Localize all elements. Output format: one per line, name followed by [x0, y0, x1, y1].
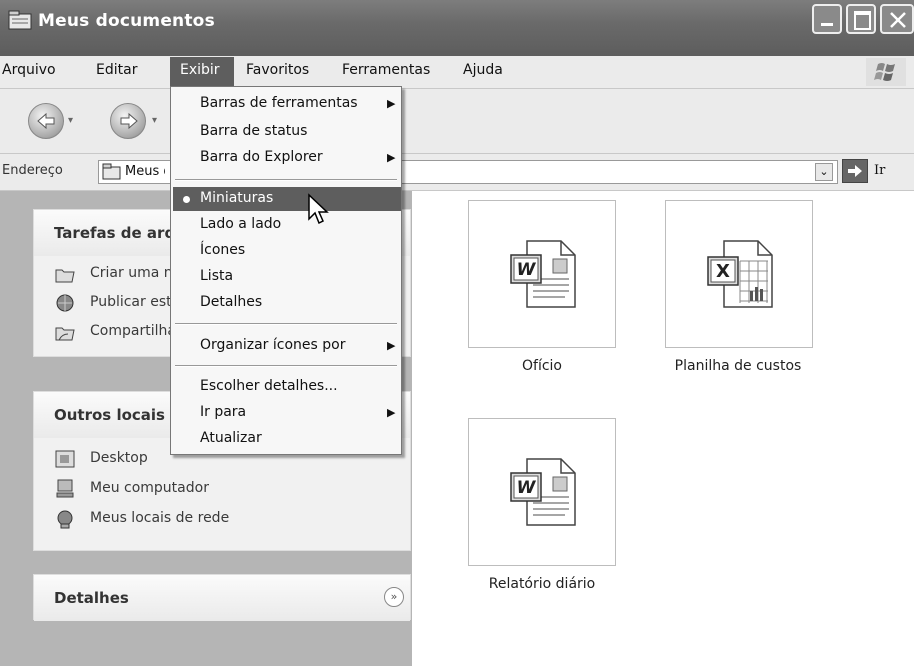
go-arrow-icon [848, 165, 862, 177]
address-label: Endereço [2, 163, 63, 178]
word-doc-icon: W [510, 458, 576, 526]
menu-item-tiles[interactable]: Lado a lado [200, 216, 281, 232]
menu-exibir[interactable]: Exibir [180, 62, 220, 78]
toolbar: ▾ ▾ [0, 89, 914, 154]
back-button[interactable] [28, 103, 64, 139]
mouse-cursor-icon [308, 193, 329, 225]
forward-button[interactable] [110, 103, 146, 139]
network-places-icon [57, 510, 73, 529]
file-thumbnail-relatorio[interactable]: W [468, 418, 616, 566]
maximize-button[interactable] [846, 4, 876, 34]
forward-dropdown-icon[interactable]: ▾ [152, 115, 157, 126]
desktop-icon [55, 450, 75, 468]
share-folder-icon [55, 327, 75, 341]
menu-item-refresh[interactable]: Atualizar [200, 430, 262, 446]
menu-item-explorer-bar[interactable]: Barra do Explorer [200, 149, 323, 165]
file-thumbnail-oficio[interactable]: W [468, 200, 616, 348]
menu-item-go-to[interactable]: Ir para [200, 404, 246, 420]
publish-web-icon [56, 294, 74, 312]
submenu-arrow-icon: ▶ [387, 339, 396, 352]
maximize-icon [854, 11, 871, 30]
address-value: Meus documentos [125, 164, 165, 179]
selected-bullet-icon [183, 196, 190, 203]
minimize-icon [821, 23, 833, 26]
files-view: W Ofício X Planilha de custos W Relatóri… [412, 191, 914, 666]
menu-item-arrange-icons[interactable]: Organizar ícones por [200, 337, 345, 353]
go-button[interactable] [842, 159, 868, 183]
window-title: Meus documentos [38, 11, 215, 31]
submenu-arrow-icon: ▶ [387, 151, 396, 164]
menu-item-choose-details[interactable]: Escolher detalhes... [200, 378, 338, 394]
word-doc-icon: W [510, 240, 576, 308]
file-label-oficio[interactable]: Ofício [442, 358, 642, 374]
menu-editar[interactable]: Editar [96, 62, 137, 78]
menu-bar: Arquivo Editar Exibir Favoritos Ferramen… [0, 56, 914, 89]
menu-item-thumbnails[interactable]: Miniaturas [200, 190, 273, 206]
submenu-arrow-icon: ▶ [387, 406, 396, 419]
network-places-link[interactable]: Meus locais de rede [90, 510, 229, 526]
menu-ajuda[interactable]: Ajuda [463, 62, 503, 78]
back-arrow-icon [37, 112, 55, 130]
menu-item-list[interactable]: Lista [200, 268, 233, 284]
close-icon [890, 12, 906, 28]
address-bar: Endereço Meus documentos ⌄ Ir [0, 154, 914, 191]
forward-arrow-icon [120, 112, 138, 130]
details-header[interactable]: Detalhes » [34, 575, 410, 621]
my-computer-link[interactable]: Meu computador [90, 480, 209, 496]
svg-text:W: W [517, 260, 537, 280]
file-label-planilha[interactable]: Planilha de custos [638, 358, 838, 374]
go-label[interactable]: Ir [874, 163, 885, 178]
view-menu-dropdown: Barras de ferramentas ▶ Barra de status … [170, 86, 402, 455]
menu-item-details[interactable]: Detalhes [200, 294, 262, 310]
svg-text:X: X [716, 261, 730, 282]
expand-chevron-icon[interactable]: » [384, 587, 404, 607]
address-dropdown-button[interactable]: ⌄ [815, 163, 833, 181]
svg-text:W: W [517, 478, 537, 498]
minimize-button[interactable] [812, 4, 842, 34]
folder-icon [102, 163, 121, 180]
menu-item-status-bar[interactable]: Barra de status [200, 123, 307, 139]
menu-item-toolbars[interactable]: Barras de ferramentas [200, 95, 358, 111]
desktop-link[interactable]: Desktop [90, 450, 148, 466]
title-bar: Meus documentos [0, 0, 914, 58]
submenu-arrow-icon: ▶ [387, 97, 396, 110]
new-folder-icon [55, 269, 75, 283]
menu-arquivo[interactable]: Arquivo [2, 62, 56, 78]
menu-favoritos[interactable]: Favoritos [246, 62, 309, 78]
menu-item-icons[interactable]: Ícones [200, 242, 245, 258]
menu-separator [175, 323, 397, 325]
details-title: Detalhes [54, 589, 129, 607]
back-dropdown-icon[interactable]: ▾ [68, 115, 73, 126]
close-button[interactable] [880, 4, 914, 34]
menu-ferramentas[interactable]: Ferramentas [342, 62, 430, 78]
windows-logo-icon [866, 58, 906, 86]
details-box: Detalhes » [33, 574, 411, 621]
other-places-title: Outros locais [54, 406, 165, 424]
file-thumbnail-planilha[interactable]: X [665, 200, 813, 348]
menu-separator [175, 365, 397, 367]
my-computer-icon [56, 479, 74, 498]
folder-icon [8, 10, 32, 30]
menu-separator [175, 179, 397, 181]
excel-sheet-icon: X [707, 240, 773, 308]
file-label-relatorio[interactable]: Relatório diário [442, 576, 642, 592]
